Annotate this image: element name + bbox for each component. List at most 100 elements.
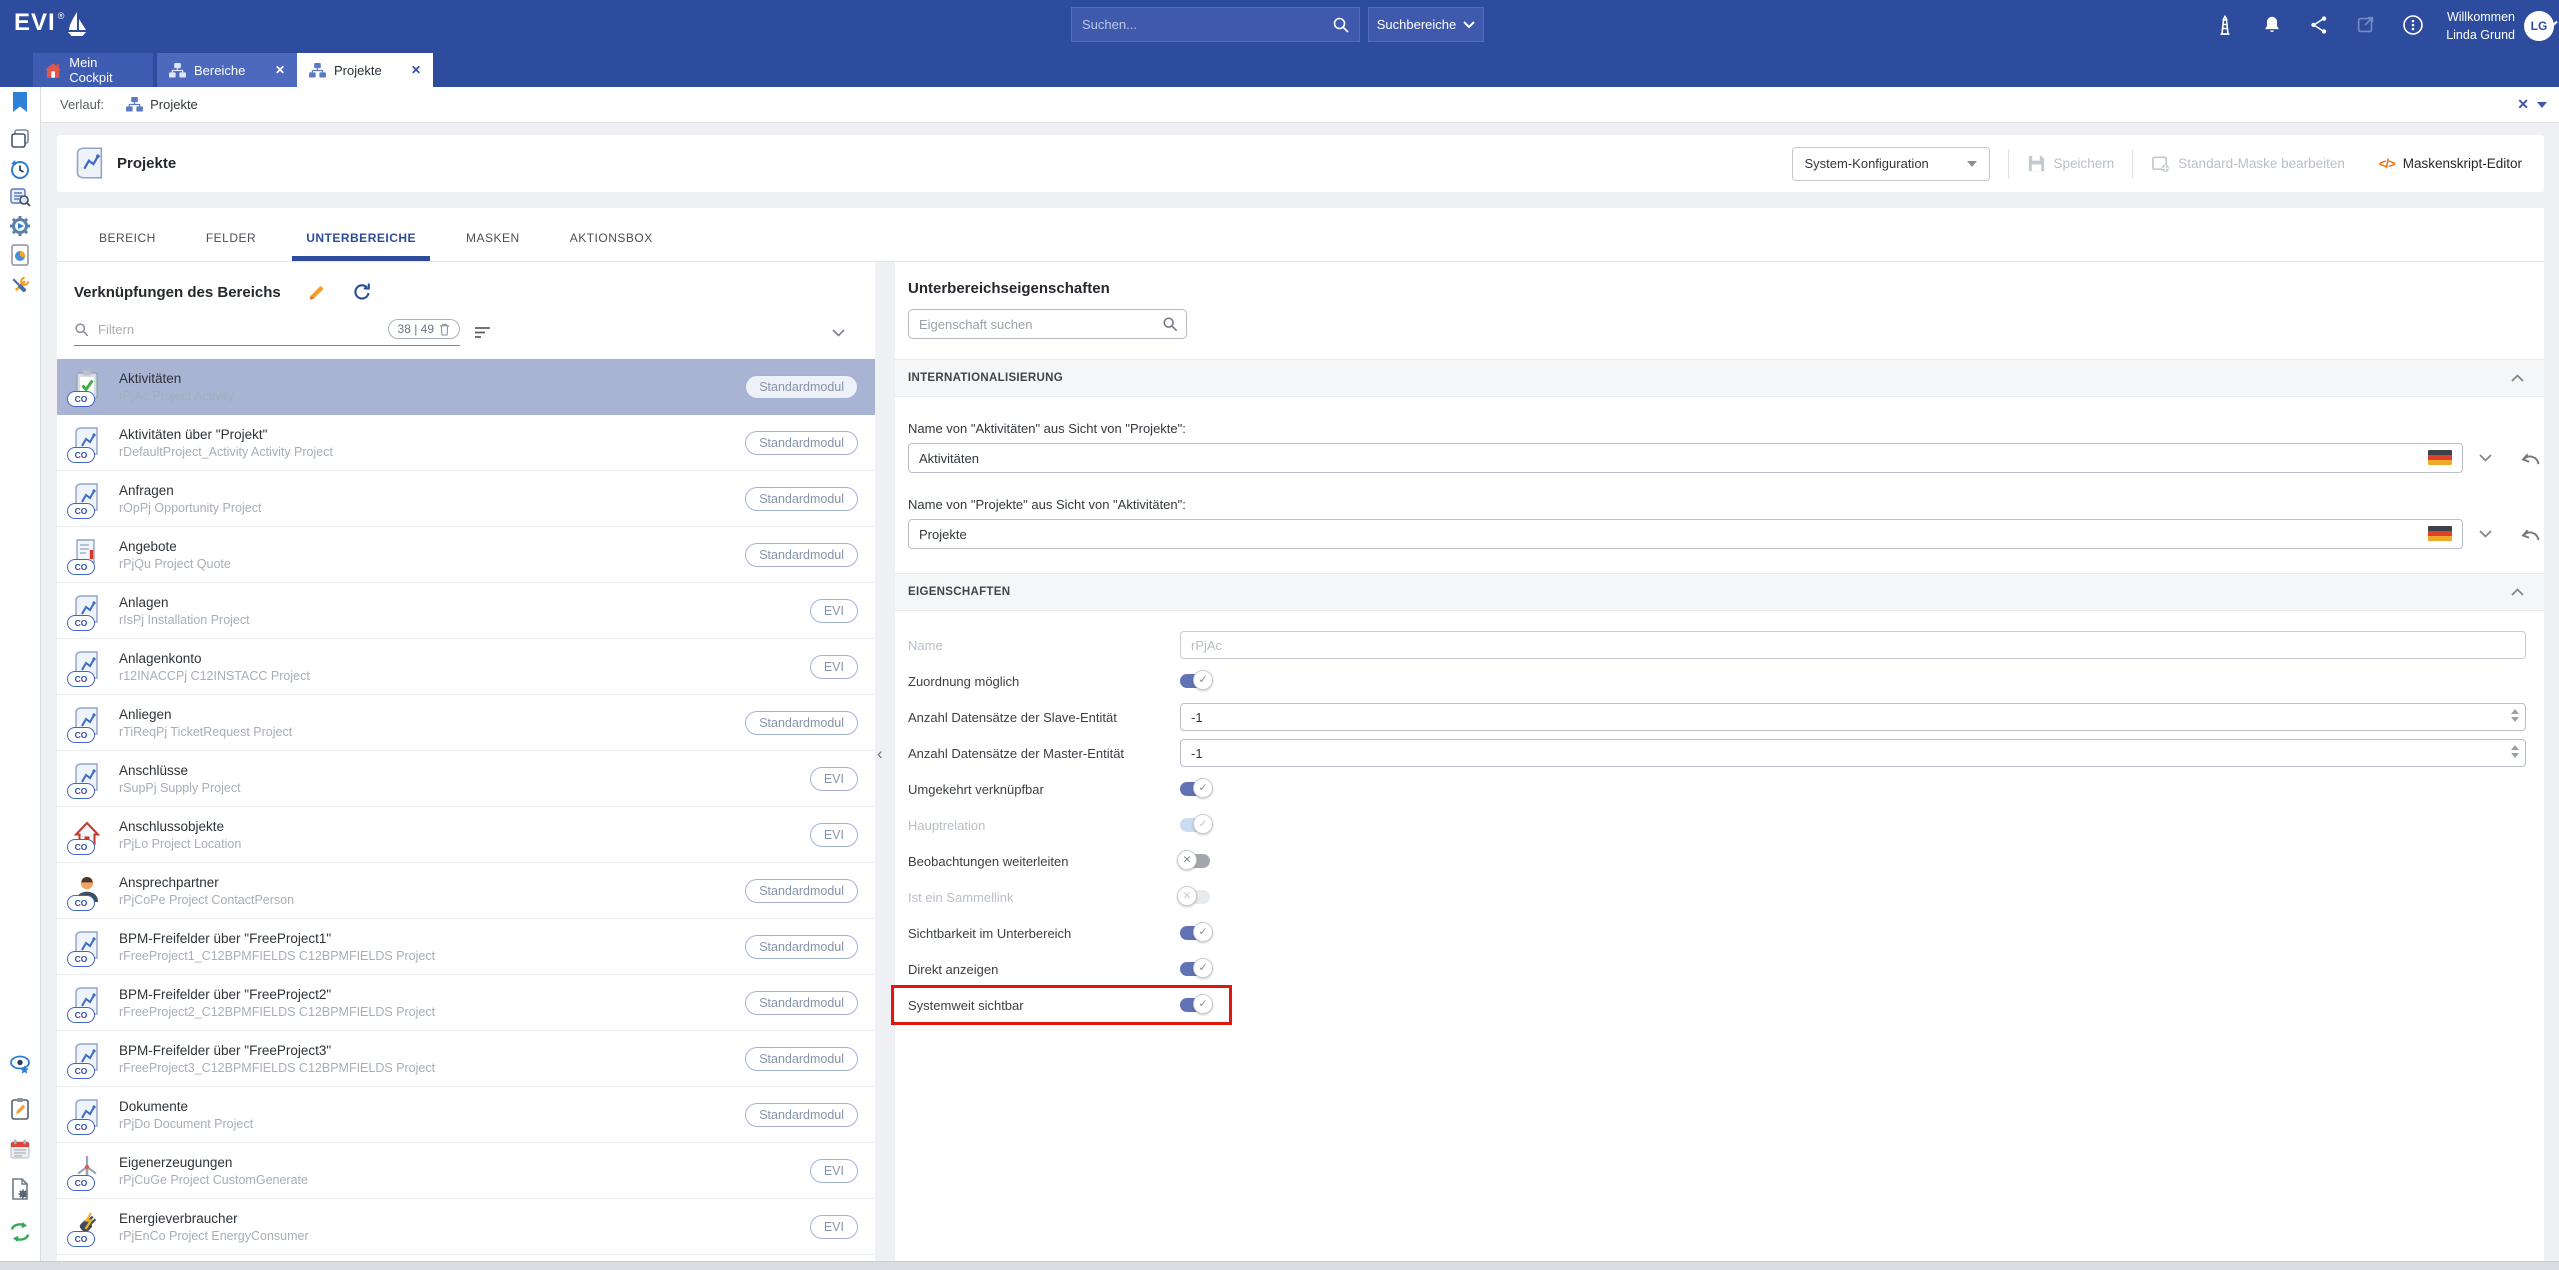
history-bar: Verlauf: Projekte xyxy=(40,87,2559,123)
edit-default-mask-button[interactable]: Standard-Maske bearbeiten xyxy=(2151,154,2345,173)
link-list-item[interactable]: CO Anschlussobjekte rPjLo Project Locati… xyxy=(57,807,875,863)
org-chart-icon xyxy=(309,63,326,78)
search-icon[interactable] xyxy=(1332,16,1350,34)
clipboard-edit-icon[interactable] xyxy=(8,1097,32,1121)
language-select-chevron-icon[interactable] xyxy=(2479,454,2492,462)
link-list-item[interactable]: CO Anliegen rTiReqPj TicketRequest Proje… xyxy=(57,695,875,751)
global-search-input[interactable] xyxy=(1072,17,1332,32)
config-dropdown[interactable]: System-Konfiguration xyxy=(1792,147,1990,181)
history-menu-caret-icon[interactable] xyxy=(2537,102,2547,108)
mask-script-editor-button[interactable]: Maskenskript-Editor xyxy=(2379,156,2522,171)
close-tab-icon[interactable] xyxy=(275,63,285,77)
section-tab[interactable]: FELDER xyxy=(192,231,270,261)
toggle-switch[interactable] xyxy=(1180,998,1210,1012)
section-eigenschaften[interactable]: EIGENSCHAFTEN xyxy=(895,573,2544,611)
lighthouse-icon[interactable] xyxy=(2212,12,2238,38)
toggle-switch[interactable] xyxy=(1180,890,1210,904)
edit-pencil-icon[interactable] xyxy=(307,283,326,302)
search-icon[interactable] xyxy=(1162,316,1178,332)
close-tab-icon[interactable] xyxy=(411,63,421,77)
link-list-item[interactable]: CO Energieverbraucher rPjEnCo Project En… xyxy=(57,1199,875,1255)
link-name: Anlagenkonto xyxy=(119,651,310,666)
module-badge: Standardmodul xyxy=(745,879,858,903)
number-spinner[interactable] xyxy=(2511,745,2519,758)
section-tab[interactable]: UNTERBEREICHE xyxy=(292,231,430,261)
close-history-icon[interactable] xyxy=(2517,96,2529,113)
report-pie-icon[interactable] xyxy=(8,243,32,267)
link-list-item[interactable]: CO BPM-Freifelder über "FreeProject3" rF… xyxy=(57,1031,875,1087)
property-input[interactable] xyxy=(1180,739,2526,767)
language-select-chevron-icon[interactable] xyxy=(2479,530,2492,538)
link-list-item[interactable]: CO Anschlüsse rSupPj Supply Project EVI xyxy=(57,751,875,807)
section-tab[interactable]: BEREICH xyxy=(85,231,170,261)
global-search xyxy=(1071,7,1360,42)
link-list-item[interactable]: CO BPM-Freifelder über "FreeProject2" rF… xyxy=(57,975,875,1031)
history-icon[interactable] xyxy=(8,157,32,181)
i18n-name-input[interactable] xyxy=(909,451,2462,466)
window-tab[interactable]: Mein Cockpit xyxy=(33,53,153,87)
collapse-list-chevron-icon[interactable] xyxy=(832,329,845,337)
undo-icon[interactable] xyxy=(2518,451,2542,466)
toggle-switch[interactable] xyxy=(1180,782,1210,796)
section-tab[interactable]: AKTIONSBOX xyxy=(556,231,667,261)
tools-icon[interactable] xyxy=(8,274,32,298)
link-list-item[interactable]: CO Dokumente rPjDo Document Project Stan… xyxy=(57,1087,875,1143)
i18n-name-input[interactable] xyxy=(909,527,2462,542)
open-external-icon[interactable] xyxy=(2353,12,2379,38)
link-code: rPjQu Project Quote xyxy=(119,557,231,571)
calendar-icon[interactable] xyxy=(8,1137,32,1161)
link-list-item[interactable]: CO Angebote rPjQu Project Quote Standard… xyxy=(57,527,875,583)
i18n-field-label: Name von "Aktivitäten" aus Sicht von "Pr… xyxy=(908,421,2544,436)
save-button[interactable]: Speichern xyxy=(2027,154,2115,173)
property-search xyxy=(908,309,1187,339)
link-list-item[interactable]: CO Ansprechpartner rPjCoPe Project Conta… xyxy=(57,863,875,919)
co-badge: CO xyxy=(67,951,95,967)
link-list-item[interactable]: CO Aktivitäten über "Projekt" rDefaultPr… xyxy=(57,415,875,471)
panel-collapse-handle[interactable] xyxy=(877,744,883,764)
filter-box: 38 | 49 xyxy=(74,319,460,346)
property-row: Ist ein Sammellink xyxy=(908,879,2544,915)
window-tab[interactable]: Bereiche xyxy=(157,53,297,87)
link-list-item[interactable]: CO Aktivitäten rPjAc Project Activity St… xyxy=(57,359,875,415)
link-code: rPjDo Document Project xyxy=(119,1117,253,1131)
property-search-input[interactable] xyxy=(909,317,1186,332)
toggle-switch[interactable] xyxy=(1180,962,1210,976)
filter-input[interactable] xyxy=(96,321,381,338)
number-spinner[interactable] xyxy=(2511,709,2519,722)
window-stack-icon[interactable] xyxy=(8,127,32,151)
toggle-switch[interactable] xyxy=(1180,674,1210,688)
share-icon[interactable] xyxy=(2306,12,2332,38)
sort-icon[interactable] xyxy=(474,326,491,339)
undo-icon[interactable] xyxy=(2518,527,2542,542)
section-tab[interactable]: MASKEN xyxy=(452,231,534,261)
property-row: Beobachtungen weiterleiten xyxy=(908,843,2544,879)
module-icon: CO xyxy=(74,762,104,796)
sync-icon[interactable] xyxy=(8,1220,32,1244)
toggle-switch[interactable] xyxy=(1180,926,1210,940)
section-internationalisierung[interactable]: INTERNATIONALISIERUNG xyxy=(895,359,2544,397)
property-input[interactable] xyxy=(1180,703,2526,731)
link-list-item[interactable]: CO Eigenerzeugungen rPjCuGe Project Cust… xyxy=(57,1143,875,1199)
link-list-item[interactable]: CO Anlagen rIsPj Installation Project EV… xyxy=(57,583,875,639)
toggle-switch[interactable] xyxy=(1180,818,1210,832)
refresh-icon[interactable] xyxy=(352,282,372,302)
window-tab[interactable]: Projekte xyxy=(297,53,433,87)
eye-favorite-icon[interactable] xyxy=(8,1053,32,1077)
notifications-bell-icon[interactable] xyxy=(2259,12,2285,38)
document-gear-icon[interactable] xyxy=(8,1177,32,1201)
link-name: BPM-Freifelder über "FreeProject1" xyxy=(119,931,435,946)
count-badge[interactable]: 38 | 49 xyxy=(388,319,460,339)
co-badge: CO xyxy=(67,1007,95,1023)
breadcrumb-item[interactable]: Projekte xyxy=(126,97,198,112)
search-scope-dropdown[interactable]: Suchbereiche xyxy=(1368,7,1484,42)
list-search-icon[interactable] xyxy=(8,185,32,209)
link-list-item[interactable]: CO BPM-Freifelder über "FreeProject1" rF… xyxy=(57,919,875,975)
bookmark-icon[interactable] xyxy=(8,90,32,114)
property-input[interactable] xyxy=(1180,631,2526,659)
user-menu-chevron-icon[interactable] xyxy=(2545,20,2558,29)
property-label: Beobachtungen weiterleiten xyxy=(908,854,1180,869)
link-list-item[interactable]: CO Anfragen rOpPj Opportunity Project St… xyxy=(57,471,875,527)
link-list-item[interactable]: CO Anlagenkonto r12INACCPj C12INSTACC Pr… xyxy=(57,639,875,695)
toggle-switch[interactable] xyxy=(1180,854,1210,868)
settings-gear-icon[interactable] xyxy=(8,214,32,238)
